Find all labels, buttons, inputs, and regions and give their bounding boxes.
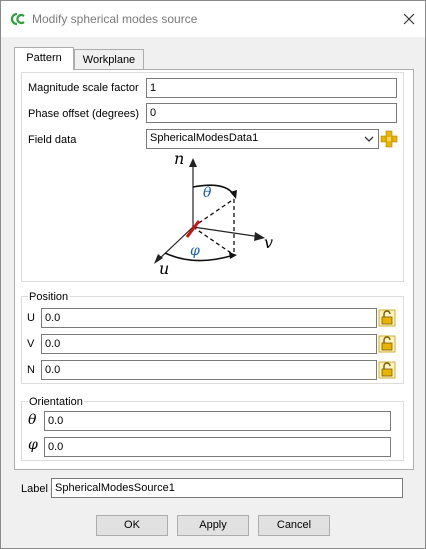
theta-diagram-label: θ — [203, 185, 212, 201]
u-axis-label: u — [159, 259, 170, 278]
apply-button[interactable]: Apply — [177, 515, 249, 536]
add-data-icon[interactable] — [380, 130, 398, 148]
v-axis-label: v — [264, 233, 274, 252]
chevron-down-icon — [364, 136, 374, 142]
n-label: N — [27, 364, 35, 376]
phase-input[interactable]: 0 — [146, 103, 397, 123]
v-label: V — [27, 338, 35, 350]
dialog-window: Modify spherical modes source Pattern Wo… — [0, 0, 426, 549]
ok-button[interactable]: OK — [96, 515, 168, 536]
lock-open-icon[interactable] — [378, 335, 396, 353]
label-field-label: Label — [21, 483, 48, 495]
position-group: Position U 0.0 V 0.0 N 0.0 — [21, 291, 404, 384]
theta-input[interactable]: 0.0 — [44, 411, 391, 431]
tab-workplane[interactable]: Workplane — [74, 49, 144, 70]
title-bar: Modify spherical modes source — [1, 1, 425, 37]
pattern-settings-group: Magnitude scale factor 1 Phase offset (d… — [21, 72, 404, 282]
phi-input[interactable]: 0.0 — [44, 437, 391, 457]
magnitude-input[interactable]: 1 — [146, 78, 397, 98]
phi-diagram-label: φ — [190, 243, 200, 259]
n-input[interactable]: 0.0 — [41, 360, 377, 380]
position-legend: Position — [28, 291, 70, 303]
tab-pattern[interactable]: Pattern — [14, 47, 74, 70]
phase-label: Phase offset (degrees) — [28, 108, 140, 120]
coordinate-diagram — [154, 158, 265, 264]
phi-label: φ — [28, 437, 38, 453]
label-input[interactable]: SphericalModesSource1 — [51, 478, 403, 498]
cancel-button[interactable]: Cancel — [258, 515, 330, 536]
orientation-group: Orientation θ 0.0 φ 0.0 — [21, 396, 404, 461]
u-label: U — [27, 312, 35, 324]
app-logo-icon — [10, 12, 25, 26]
field-data-value: SphericalModesData1 — [150, 132, 259, 144]
theta-label: θ — [28, 412, 37, 428]
magnitude-label: Magnitude scale factor — [28, 82, 139, 94]
lock-open-icon[interactable] — [378, 361, 396, 379]
close-icon[interactable] — [399, 9, 419, 29]
lock-open-icon[interactable] — [378, 309, 396, 327]
window-title: Modify spherical modes source — [32, 12, 198, 26]
orientation-legend: Orientation — [28, 396, 84, 408]
field-data-select[interactable]: SphericalModesData1 — [146, 129, 379, 149]
u-input[interactable]: 0.0 — [41, 308, 377, 328]
field-data-label: Field data — [28, 134, 77, 146]
pattern-tab-panel: Magnitude scale factor 1 Phase offset (d… — [14, 69, 414, 498]
v-input[interactable]: 0.0 — [41, 334, 377, 354]
n-axis-label: n — [174, 149, 185, 168]
